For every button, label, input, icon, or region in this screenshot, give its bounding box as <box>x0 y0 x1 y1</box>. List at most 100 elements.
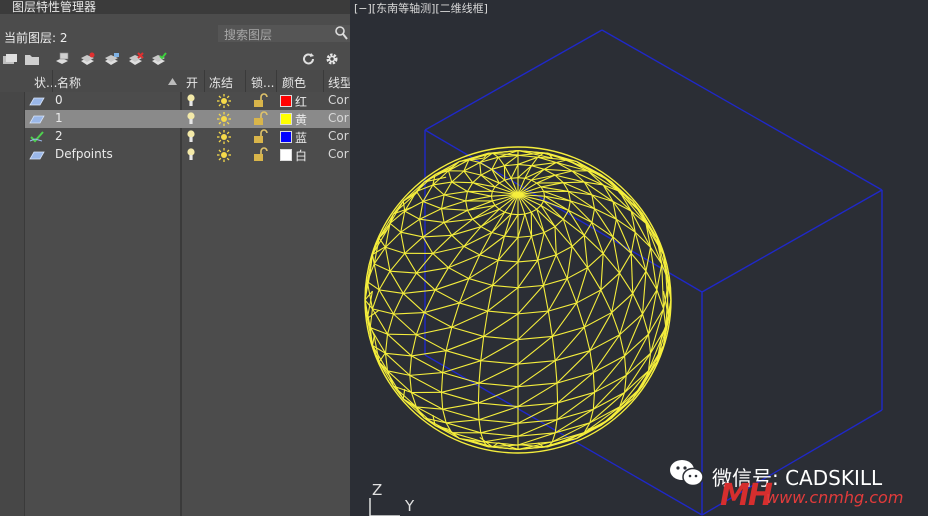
wire-edge <box>592 372 596 393</box>
wire-edge <box>442 402 479 410</box>
wire-edge <box>389 253 406 272</box>
col-linetype[interactable]: 线型 <box>328 74 350 91</box>
col-separator[interactable] <box>245 70 246 92</box>
unlocked-padlock-icon[interactable] <box>252 129 268 145</box>
settings-gear-icon[interactable] <box>324 52 340 66</box>
wire-edge <box>517 310 549 315</box>
linetype-name[interactable]: Cor <box>328 111 349 125</box>
wire-edge <box>536 205 542 210</box>
wire-edge <box>517 310 549 340</box>
col-separator[interactable] <box>276 70 277 92</box>
set-current-icon[interactable] <box>151 52 167 66</box>
col-freeze[interactable]: 冻结 <box>209 74 233 91</box>
wire-edge <box>483 435 519 443</box>
color-name[interactable]: 黄 <box>295 111 307 128</box>
wire-edge <box>540 200 545 206</box>
layer-states-manager-icon[interactable] <box>54 52 70 66</box>
wire-edge <box>556 408 594 421</box>
layer-name[interactable]: 0 <box>55 93 63 107</box>
col-name[interactable]: 名称 <box>57 74 81 91</box>
layer-name[interactable]: 1 <box>55 111 63 125</box>
model-space-canvas[interactable] <box>350 0 928 516</box>
color-name[interactable]: 蓝 <box>295 129 307 146</box>
col-separator[interactable] <box>323 70 324 92</box>
panel-titlebar[interactable]: 图层特性管理器 <box>0 0 350 14</box>
wire-edge <box>404 236 424 254</box>
wire-edge <box>479 254 499 261</box>
filter-tree-pane[interactable]: » <box>0 70 25 516</box>
unlocked-padlock-icon[interactable] <box>252 147 268 163</box>
thawed-sun-icon[interactable] <box>216 129 232 145</box>
col-lock[interactable]: 锁... <box>251 74 274 91</box>
wire-edge <box>542 285 549 312</box>
linetype-name[interactable]: Cor <box>328 129 349 143</box>
color-swatch[interactable] <box>280 113 292 125</box>
wire-edge <box>400 232 406 254</box>
wire-edge <box>589 350 594 373</box>
wire-edge <box>465 195 492 202</box>
wire-edge <box>536 174 556 184</box>
unlocked-padlock-icon[interactable] <box>252 111 268 127</box>
thawed-sun-icon[interactable] <box>216 147 232 163</box>
wire-edge <box>554 218 564 228</box>
new-layer-icon[interactable] <box>80 52 96 66</box>
color-swatch[interactable] <box>280 149 292 161</box>
col-separator[interactable] <box>204 70 205 92</box>
wire-edge <box>432 253 449 269</box>
wire-edge <box>491 231 505 237</box>
layer-name[interactable]: Defpoints <box>55 147 113 161</box>
wire-edge <box>411 355 443 374</box>
wire-edge <box>555 245 573 256</box>
layer-list-header: 状... 名称 开 冻结 锁... 颜色 线型 <box>0 70 350 92</box>
color-name[interactable]: 红 <box>295 93 307 110</box>
wire-edge <box>466 210 474 220</box>
wire-edge <box>517 285 544 315</box>
layer-row[interactable]: Defpoints 白 Cor <box>25 146 350 164</box>
unlocked-padlock-icon[interactable] <box>252 93 268 109</box>
wire-edge <box>517 360 556 365</box>
sphere-wireframe[interactable] <box>364 146 672 454</box>
ucs-z-label: Z <box>372 481 383 499</box>
drawing-viewport[interactable]: [−][东南等轴测][二维线框] <box>350 0 928 516</box>
layer-on-bulb-icon[interactable] <box>185 93 197 109</box>
color-swatch[interactable] <box>280 131 292 143</box>
wire-edge <box>478 419 519 424</box>
wire-edge <box>402 388 406 399</box>
col-status[interactable]: 状... <box>34 74 57 91</box>
color-name[interactable]: 白 <box>295 147 307 164</box>
col-on[interactable]: 开 <box>186 74 198 91</box>
wire-edge <box>490 191 493 197</box>
new-layer-vp-frozen-icon[interactable] <box>104 52 120 66</box>
wire-edge <box>517 177 525 179</box>
layer-row[interactable]: 0 红 Cor <box>25 92 350 110</box>
linetype-name[interactable]: Cor <box>328 93 349 107</box>
thawed-sun-icon[interactable] <box>216 93 232 109</box>
wire-edge <box>415 312 425 335</box>
new-property-filter-icon[interactable] <box>2 52 18 66</box>
col-color[interactable]: 颜色 <box>282 74 306 91</box>
wire-edge <box>498 179 505 184</box>
layer-row[interactable]: 2 蓝 Cor <box>25 128 350 146</box>
layer-on-bulb-icon[interactable] <box>185 129 197 145</box>
wire-edge <box>630 253 634 294</box>
wire-edge <box>419 208 442 220</box>
wire-edge <box>531 235 539 261</box>
new-group-filter-icon[interactable] <box>24 52 40 66</box>
search-icon[interactable] <box>334 25 348 41</box>
thawed-sun-icon[interactable] <box>216 111 232 127</box>
wire-edge <box>400 218 420 233</box>
color-swatch[interactable] <box>280 95 292 107</box>
refresh-icon[interactable] <box>301 52 317 66</box>
wire-edge <box>451 310 488 328</box>
linetype-name[interactable]: Cor <box>328 147 349 161</box>
layer-on-bulb-icon[interactable] <box>185 147 197 163</box>
wire-edge <box>441 200 466 210</box>
search-input[interactable]: 搜索图层 <box>218 25 350 42</box>
wire-edge <box>480 360 519 365</box>
wire-edge <box>371 289 380 310</box>
layer-on-bulb-icon[interactable] <box>185 111 197 127</box>
layer-name[interactable]: 2 <box>55 129 63 143</box>
layer-row[interactable]: 1 黄 Cor <box>25 110 350 128</box>
col-separator[interactable] <box>52 70 53 92</box>
delete-layer-icon[interactable] <box>128 52 144 66</box>
